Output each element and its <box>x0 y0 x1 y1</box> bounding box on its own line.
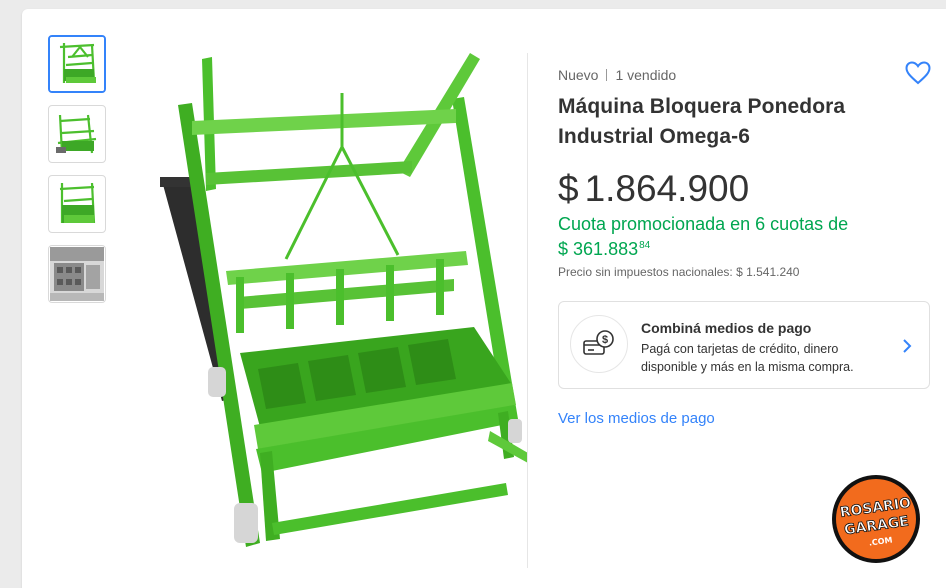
main-product-image[interactable] <box>136 53 528 573</box>
gallery-divider <box>527 53 528 568</box>
payment-title: Combiná medios de pago <box>641 320 812 336</box>
tax-info: Precio sin impuestos nacionales: $ 1.541… <box>558 265 800 279</box>
product-price: $1.864.900 <box>558 167 749 211</box>
thumbnail-1[interactable] <box>48 35 106 93</box>
thumbnail-blocks-image <box>50 247 104 301</box>
thumbnail-machine-image <box>50 107 104 161</box>
price-amount: 1.864.900 <box>584 168 750 209</box>
payment-icon-circle: $ <box>570 315 628 373</box>
installment-cents: 84 <box>639 240 651 251</box>
chevron-right-icon <box>903 339 912 353</box>
separator <box>606 69 608 81</box>
installment-amount: 361.883 <box>573 239 639 259</box>
installment-text: Cuota promocionada en 6 cuotas de <box>558 214 849 234</box>
thumbnail-2[interactable] <box>48 105 106 163</box>
condition-label: Nuevo <box>558 67 599 83</box>
thumbnail-3[interactable] <box>48 175 106 233</box>
product-title: Máquina Bloquera Ponedora Industrial Ome… <box>558 95 846 148</box>
thumbnail-machine-image <box>50 177 104 231</box>
thumbnail-machine-image <box>50 37 104 91</box>
svg-text:$: $ <box>602 334 608 346</box>
machine-image <box>136 53 528 573</box>
payment-methods-card[interactable]: $ Combiná medios de pago Pagá con tarjet… <box>558 301 930 389</box>
thumbnail-4[interactable] <box>48 245 106 303</box>
product-card: Nuevo 1 vendido Máquina Bloquera Ponedora… <box>22 9 946 588</box>
price-currency: $ <box>558 168 579 209</box>
installment-info: Cuota promocionada en 6 cuotas de $ 361.… <box>558 213 898 260</box>
installment-currency: $ <box>558 239 569 259</box>
product-subtitle: Nuevo 1 vendido <box>558 67 676 83</box>
favorite-button[interactable] <box>904 59 932 87</box>
payment-methods-link[interactable]: Ver los medios de pago <box>558 410 715 427</box>
sold-count: 1 vendido <box>615 67 677 83</box>
card-money-icon: $ <box>583 330 614 355</box>
payment-description: Pagá con tarjetas de crédito, dinero dis… <box>641 342 854 374</box>
rosario-garage-logo: ROSARIO GARAGE .COM <box>831 474 921 564</box>
heart-outline-icon <box>905 61 931 85</box>
thumbnail-list <box>48 35 106 315</box>
